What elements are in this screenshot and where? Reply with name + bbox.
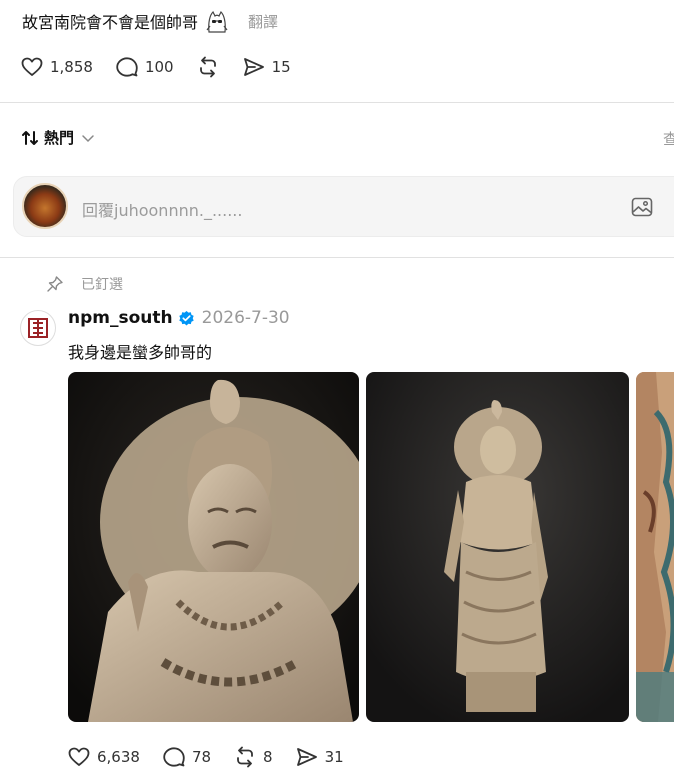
- sort-dropdown[interactable]: 熱門: [20, 127, 100, 148]
- bear-sunglasses-emoji-icon: [206, 10, 228, 33]
- like-button[interactable]: 1,858: [20, 55, 93, 79]
- translate-link[interactable]: 翻譯: [248, 11, 278, 32]
- comment-repost-count: 8: [263, 748, 273, 766]
- comment-repost-button[interactable]: 8: [233, 745, 273, 769]
- comment-button[interactable]: 100: [115, 55, 174, 79]
- repost-icon: [199, 56, 216, 78]
- post-text: 故宮南院會不會是個帥哥: [22, 13, 199, 32]
- post-text-row: 故宮南院會不會是個帥哥 翻譯: [22, 8, 278, 34]
- comment-share-button[interactable]: 31: [295, 745, 344, 769]
- sort-label: 熱門: [44, 129, 75, 147]
- share-button[interactable]: 15: [242, 55, 291, 79]
- comment-date: 2026-7-30: [201, 308, 290, 328]
- buddha-statue-fullbody-photo[interactable]: [366, 372, 629, 722]
- like-count: 1,858: [50, 58, 93, 76]
- heart-icon: [68, 747, 90, 766]
- share-count: 15: [271, 58, 291, 76]
- buddha-statue-closeup-photo[interactable]: [68, 372, 359, 722]
- pinned-label: 已釘選: [81, 277, 123, 293]
- pin-icon: [47, 276, 63, 292]
- painted-mural-photo[interactable]: [636, 372, 674, 722]
- divider: [0, 257, 674, 258]
- post-actions: 1,858 100 15: [20, 55, 313, 79]
- comment-actions: 6,638 78 8 31: [67, 745, 366, 769]
- reply-input-box[interactable]: 回覆juhoonnnn._......: [13, 176, 674, 237]
- comment-like-button[interactable]: 6,638: [67, 745, 140, 769]
- share-icon: [243, 58, 264, 76]
- comment-share-count: 31: [324, 748, 344, 766]
- heart-icon: [21, 57, 43, 76]
- comment-reply-button[interactable]: 78: [162, 745, 211, 769]
- image-attach-icon[interactable]: [630, 195, 654, 219]
- comment-reply-count: 78: [191, 748, 212, 766]
- chevron-down-icon: [82, 134, 94, 142]
- sort-arrows-icon: [22, 130, 38, 145]
- comment-count: 100: [144, 58, 174, 76]
- comment-text: 我身邊是蠻多帥哥的: [68, 343, 213, 362]
- repost-icon: [237, 746, 253, 768]
- verified-badge-icon: [178, 310, 194, 325]
- repost-button[interactable]: [196, 55, 220, 79]
- author-avatar[interactable]: [20, 310, 56, 346]
- share-icon: [296, 748, 317, 766]
- reply-input[interactable]: 回覆juhoonnnn._......: [82, 197, 242, 221]
- comment-like-count: 6,638: [97, 748, 140, 766]
- comment-icon: [116, 57, 138, 77]
- npm-logo-icon: [28, 318, 48, 338]
- current-user-avatar: [22, 183, 68, 229]
- author-name[interactable]: npm_south: [68, 308, 173, 328]
- pinned-indicator: 已釘選: [46, 274, 123, 294]
- view-activity-link[interactable]: 查: [663, 128, 674, 149]
- comment-icon: [163, 747, 185, 767]
- divider: [0, 102, 674, 103]
- comment-header: npm_south 2026-7-30: [68, 308, 290, 328]
